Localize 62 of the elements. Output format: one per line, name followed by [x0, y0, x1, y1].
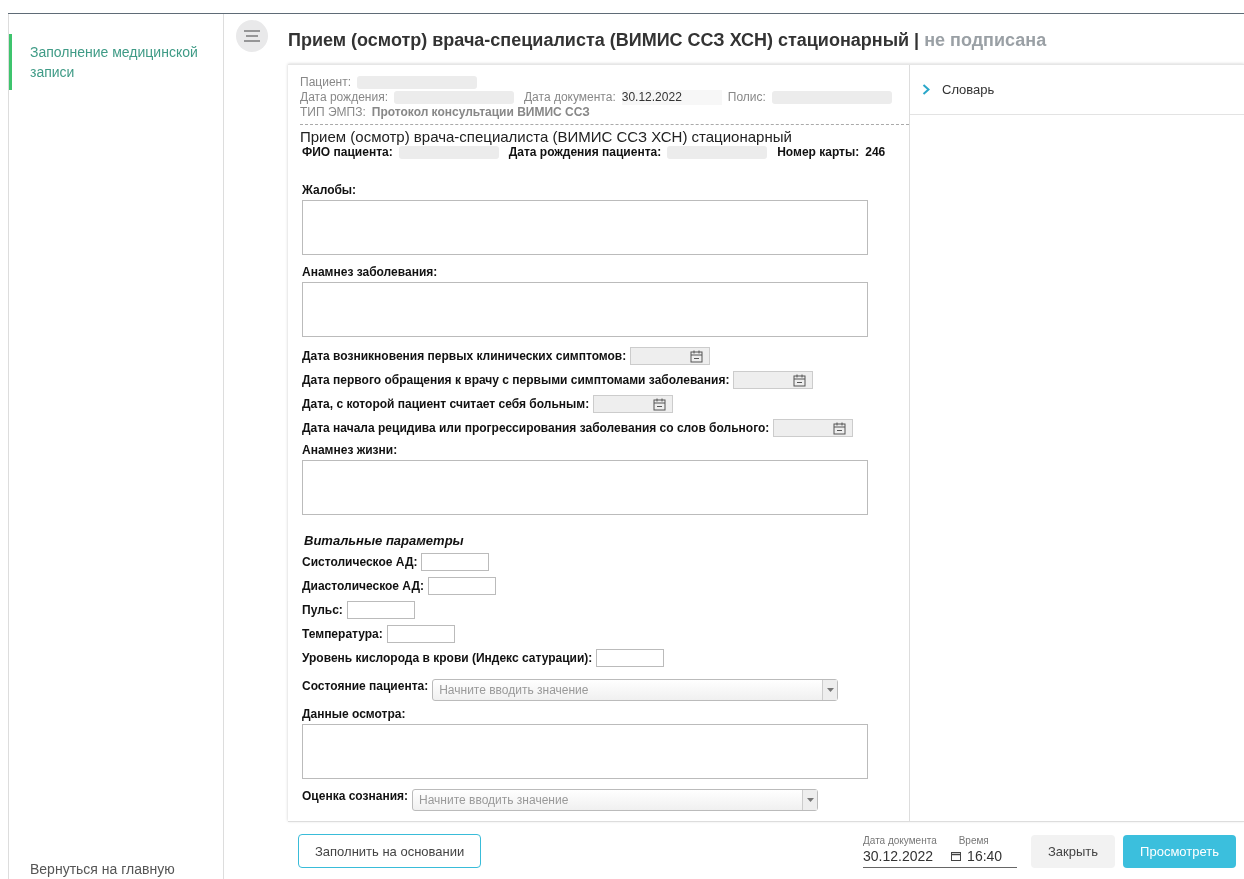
meta-label: ТИП ЭМПЗ: — [300, 105, 366, 120]
date-field[interactable] — [733, 371, 814, 389]
date-time-field[interactable]: Дата документа Время 30.12.2022 16:40 — [863, 834, 1017, 868]
calendar-icon — [833, 421, 847, 435]
back-link[interactable]: Вернуться на главную — [9, 861, 223, 879]
meta-label: Полис: — [727, 90, 766, 105]
menu-button[interactable] — [236, 20, 268, 52]
field-label: Анамнез жизни: — [302, 443, 399, 457]
field-label: Диастолическое АД: — [302, 579, 425, 593]
field-label: Дата рождения пациента: — [508, 145, 662, 159]
form-title: Прием (осмотр) врача-специалиста (ВИМИС ССЗ ХСН) стационарный — [300, 128, 793, 145]
field-label: Уровень кислорода в крови (Индекс сатурации): — [302, 651, 593, 665]
date-field[interactable] — [773, 419, 854, 437]
field-label: Температура: — [302, 627, 383, 641]
field-label: Состояние пациента: — [302, 679, 429, 693]
date-field[interactable] — [593, 395, 674, 413]
field-label: Дата первого обращения к врачу с первыми симптомами заболевания: — [302, 373, 730, 387]
field-label: Номер карты: — [777, 145, 860, 159]
input-field[interactable] — [386, 625, 455, 643]
field-label: Дата возникновения первых клинических симптомов: — [302, 349, 627, 363]
date-field[interactable] — [630, 347, 711, 365]
page-title: Прием (осмотр) врача-специалиста (ВИМИС ССЗ ХСН) стационарный | не подписана — [288, 29, 1047, 51]
time-label: Время — [958, 834, 989, 846]
menu-icon — [243, 30, 261, 42]
date-label: Дата документа — [863, 834, 937, 846]
date-value: 30.12.2022 — [863, 847, 934, 864]
text-area[interactable] — [302, 724, 868, 779]
calendar-icon — [653, 397, 667, 411]
sidebar-item[interactable]: Заполнение медицинской записи — [9, 34, 223, 90]
caret-icon — [806, 798, 814, 802]
chevron-icon — [922, 84, 930, 95]
field-label: Анамнез заболевания: — [302, 265, 439, 279]
meta-label: Дата документа: — [524, 90, 616, 105]
close-button[interactable]: Закрыть — [1031, 834, 1116, 868]
field-label: ФИО пациента: — [302, 145, 393, 159]
meta-value: Протокол консультации ВИМИС ССЗ — [371, 105, 590, 120]
field-label: Жалобы: — [302, 183, 358, 197]
field-label: Дата начала рецидива или прогрессирования заболевания со слов больного: — [302, 421, 770, 435]
field-label: Пульс: — [302, 603, 343, 617]
field-label: Данные осмотра: — [302, 707, 407, 721]
input-field[interactable] — [346, 601, 415, 619]
input-field[interactable] — [596, 649, 665, 667]
field-label: Систолическое АД: — [302, 555, 418, 569]
time-value: 16:40 — [967, 847, 1003, 864]
calendar-icon — [951, 850, 962, 861]
meta-label: Дата рождения: — [300, 90, 388, 105]
meta-label: Пациент: — [300, 75, 351, 90]
meta-value: 30.12.2022 — [621, 90, 722, 105]
fill-from-base-button[interactable]: Заполнить на основании — [298, 834, 482, 868]
calendar-icon — [690, 349, 704, 363]
calendar-icon — [793, 373, 807, 387]
text-area[interactable] — [302, 460, 868, 515]
card-number: 246 — [865, 145, 886, 159]
input-field[interactable] — [421, 553, 490, 571]
field-label: Оценка сознания: — [302, 789, 408, 803]
dictionary-section[interactable]: Словарь — [910, 65, 1244, 115]
input-field[interactable] — [428, 577, 497, 595]
section-heading: Витальные параметры — [304, 533, 465, 548]
text-area[interactable] — [302, 282, 868, 337]
field-label: Дата, с которой пациент считает себя больным: — [302, 397, 590, 411]
caret-icon — [826, 688, 834, 692]
text-area[interactable] — [302, 200, 868, 255]
